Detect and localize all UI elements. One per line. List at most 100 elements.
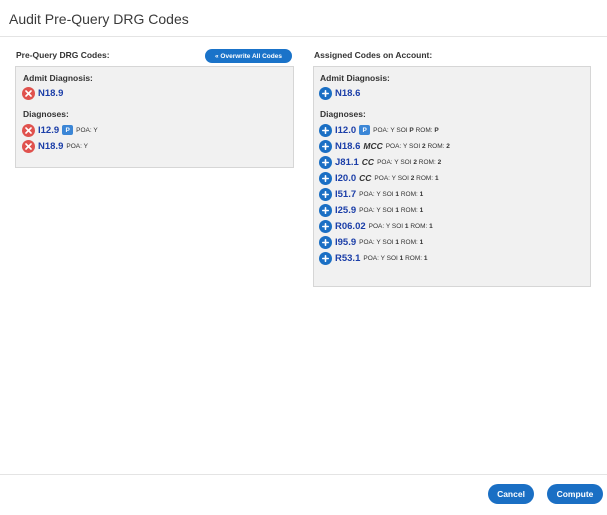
admit-diagnosis-label: Admit Diagnosis:: [23, 73, 93, 83]
soi-label: SOI: [400, 158, 412, 166]
diagnosis-code: J81.1: [335, 156, 359, 168]
rom-value: 2: [446, 142, 450, 150]
rom-value: 1: [419, 206, 424, 214]
soi-label: SOI: [396, 126, 408, 134]
diagnoses-label: Diagnoses:: [23, 109, 69, 119]
diagnosis-code: I51.7: [335, 188, 357, 200]
remove-circle-icon[interactable]: [22, 123, 35, 137]
rom-value: 1: [423, 254, 428, 262]
dialog-title: Audit Pre-Query DRG Codes: [9, 11, 189, 27]
add-circle-icon[interactable]: [319, 171, 332, 185]
soi-value: P: [409, 126, 414, 134]
soi-value: 1: [404, 222, 409, 230]
soi-label: SOI: [397, 174, 409, 182]
cancel-button[interactable]: Cancel: [488, 484, 534, 504]
soi-label: SOI: [382, 206, 394, 214]
soi-value: 1: [395, 238, 400, 246]
header-divider: [0, 36, 607, 37]
poa-value: POA: Y: [359, 190, 381, 198]
remove-circle-icon[interactable]: [22, 139, 35, 153]
poa-value: POA: Y: [374, 174, 396, 182]
rom-label: ROM:: [400, 190, 418, 198]
assigned-codes-panel: Admit Diagnosis: N18.6 Diagnoses: I12.0 …: [313, 66, 591, 287]
diagnosis-meta: POA: Y SOI P ROM: P: [373, 127, 439, 134]
diagnosis-code: I12.0: [335, 124, 357, 136]
diagnosis-meta: POA: Y: [76, 126, 98, 134]
principal-badge: P: [62, 125, 74, 135]
diagnosis-meta: POA: Y SOI 1 ROM: 1: [363, 255, 427, 262]
diagnosis-meta: POA: Y SOI 2 ROM: 2: [377, 159, 441, 166]
rom-label: ROM:: [415, 126, 433, 134]
pre-query-heading: Pre-Query DRG Codes:: [16, 50, 110, 60]
complication-tag: CC: [359, 173, 372, 183]
poa-value: POA: Y: [385, 142, 408, 150]
diagnosis-row: N18.6 MCC POA: Y SOI 2 ROM: 2: [319, 139, 450, 153]
add-circle-icon[interactable]: [319, 235, 332, 249]
rom-label: ROM:: [400, 206, 418, 214]
compute-button[interactable]: Compute: [547, 484, 603, 504]
overwrite-all-codes-button[interactable]: « Overwrite All Codes: [205, 49, 292, 63]
rom-label: ROM:: [418, 158, 436, 166]
add-circle-icon[interactable]: [319, 203, 332, 217]
rom-label: ROM:: [427, 142, 445, 150]
add-circle-icon[interactable]: [319, 123, 332, 137]
rom-label: ROM:: [410, 222, 428, 230]
diagnosis-meta: POA: Y SOI 1 ROM: 1: [369, 223, 433, 230]
assigned-codes-heading: Assigned Codes on Account:: [314, 50, 433, 60]
soi-label: SOI: [382, 190, 394, 198]
soi-value: 2: [413, 158, 417, 166]
complication-tag: CC: [361, 157, 375, 167]
diagnosis-meta: POA: Y SOI 1 ROM: 1: [359, 207, 423, 214]
diagnosis-row: R53.1 POA: Y SOI 1 ROM: 1: [319, 251, 428, 265]
diagnosis-meta: POA: Y SOI 2 ROM: 1: [374, 175, 438, 182]
poa-value: POA: Y: [359, 206, 381, 214]
soi-value: 1: [395, 206, 400, 214]
diagnosis-code: I95.9: [335, 236, 357, 248]
diagnosis-code: R53.1: [335, 252, 361, 264]
remove-circle-icon[interactable]: [22, 86, 35, 100]
soi-label: SOI: [386, 254, 398, 262]
principal-badge: P: [359, 125, 371, 135]
soi-value: 2: [422, 142, 426, 150]
diagnosis-row: J81.1 CC POA: Y SOI 2 ROM: 2: [319, 155, 441, 169]
add-circle-icon[interactable]: [319, 219, 332, 233]
diagnosis-meta: POA: Y SOI 2 ROM: 2: [386, 143, 450, 150]
soi-label: SOI: [382, 238, 394, 246]
diagnosis-meta: POA: Y SOI 1 ROM: 1: [359, 239, 423, 246]
diagnosis-code: I25.9: [335, 204, 357, 216]
poa-value: POA: Y: [373, 126, 395, 134]
soi-label: SOI: [391, 222, 404, 230]
add-circle-icon[interactable]: [319, 155, 332, 169]
soi-value: 2: [410, 174, 415, 182]
diagnosis-meta: POA: Y: [66, 142, 88, 150]
rom-value: 1: [434, 174, 439, 182]
diagnosis-code: N18.6: [335, 140, 361, 152]
diagnosis-code: I12.9: [38, 124, 60, 136]
diagnosis-row: I20.0 CC POA: Y SOI 2 ROM: 1: [319, 171, 439, 185]
soi-label: SOI: [408, 142, 421, 150]
diagnosis-code: I20.0: [335, 172, 357, 184]
admit-code: N18.6: [335, 87, 361, 99]
soi-value: 1: [399, 254, 404, 262]
add-circle-icon[interactable]: [319, 251, 332, 265]
poa-value: POA: Y: [368, 222, 391, 230]
diagnosis-row: N18.9 POA: Y: [22, 139, 88, 153]
pre-query-panel: Admit Diagnosis: N18.9 Diagnoses: I12.9 …: [15, 66, 294, 168]
rom-value: 2: [437, 158, 442, 166]
add-circle-icon[interactable]: [319, 86, 332, 100]
admit-diagnosis-label: Admit Diagnosis:: [320, 73, 390, 83]
diagnosis-row: R06.02 POA: Y SOI 1 ROM: 1: [319, 219, 433, 233]
rom-label: ROM:: [416, 174, 434, 182]
rom-value: P: [434, 126, 439, 134]
soi-value: 1: [395, 190, 400, 198]
rom-label: ROM:: [400, 238, 418, 246]
footer-divider: [0, 474, 607, 475]
add-circle-icon[interactable]: [319, 139, 332, 153]
admit-code-row: N18.6: [319, 86, 363, 100]
poa-value: POA: Y: [363, 254, 385, 262]
rom-value: 1: [429, 222, 433, 230]
add-circle-icon[interactable]: [319, 187, 332, 201]
diagnosis-code: N18.9: [38, 140, 64, 152]
diagnosis-row: I95.9 POA: Y SOI 1 ROM: 1: [319, 235, 423, 249]
diagnoses-label: Diagnoses:: [320, 109, 366, 119]
